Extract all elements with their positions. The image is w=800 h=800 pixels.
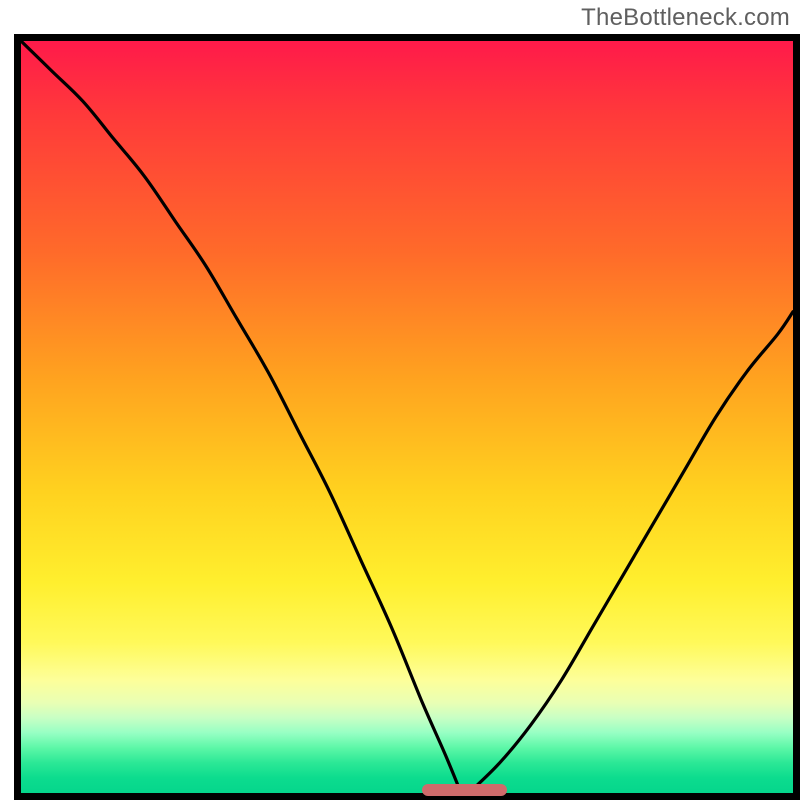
curve-right-branch bbox=[469, 312, 793, 793]
optimal-range-marker bbox=[422, 784, 507, 796]
plot-frame bbox=[14, 34, 800, 800]
watermark-text: TheBottleneck.com bbox=[581, 4, 790, 32]
curve-svg bbox=[21, 41, 793, 793]
plot-area bbox=[21, 41, 793, 793]
stage: TheBottleneck.com bbox=[0, 0, 800, 800]
curve-left-branch bbox=[21, 41, 461, 793]
